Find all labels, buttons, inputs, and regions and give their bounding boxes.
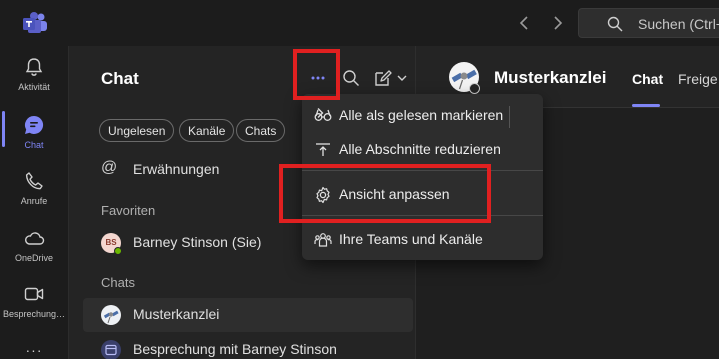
teams-logo-icon bbox=[23, 12, 47, 33]
tab-shared[interactable]: Freige bbox=[678, 71, 718, 87]
rail-more-apps[interactable]: ··· bbox=[0, 342, 68, 358]
menu-label: Alle als gelesen markieren bbox=[339, 107, 504, 123]
new-chat-icon[interactable] bbox=[372, 67, 410, 89]
video-icon bbox=[24, 287, 44, 301]
rail-label-meetings: Besprechung… bbox=[2, 309, 66, 319]
search-icon bbox=[607, 16, 623, 32]
rail-label-chat: Chat bbox=[24, 140, 44, 150]
chat-icon bbox=[24, 115, 44, 134]
filter-unread[interactable]: Ungelesen bbox=[99, 119, 175, 142]
highlight-box-more-button bbox=[293, 49, 340, 100]
rail-label-calls: Anrufe bbox=[20, 196, 48, 206]
collapse-icon bbox=[316, 143, 330, 156]
rail-item-activity[interactable]: Aktivität bbox=[0, 56, 68, 112]
presence-available-icon bbox=[114, 247, 122, 255]
highlight-box-customize-view bbox=[279, 164, 491, 223]
app-rail: Aktivität Chat Anrufe OneDrive Besprechu… bbox=[0, 46, 68, 359]
rail-item-meetings[interactable]: Besprechung… bbox=[0, 283, 68, 339]
rail-item-calls[interactable]: Anrufe bbox=[0, 170, 68, 226]
tab-chat[interactable]: Chat bbox=[632, 71, 663, 87]
menu-item-mark-all-read[interactable]: Alle als gelesen markieren bbox=[302, 97, 543, 133]
at-icon: @ bbox=[101, 159, 118, 176]
top-bar: Suchen (Ctrl+ bbox=[0, 0, 719, 46]
chat-name: Musterkanzlei bbox=[133, 306, 220, 322]
divider bbox=[509, 106, 510, 128]
list-item-selected[interactable]: Musterkanzlei bbox=[83, 298, 413, 332]
menu-label: Alle Abschnitte reduzieren bbox=[339, 141, 501, 157]
back-arrow-icon[interactable] bbox=[515, 13, 535, 33]
rail-item-onedrive[interactable]: OneDrive bbox=[0, 227, 68, 283]
rail-item-chat[interactable]: Chat bbox=[0, 114, 68, 170]
filter-channels[interactable]: Kanäle bbox=[179, 119, 235, 142]
menu-item-collapse-sections[interactable]: Alle Abschnitte reduzieren bbox=[302, 131, 543, 167]
chevron-right-icon[interactable] bbox=[314, 107, 326, 119]
meeting-avatar bbox=[101, 340, 121, 359]
presence-offline-icon bbox=[469, 83, 480, 94]
phone-icon bbox=[25, 172, 43, 190]
chats-header[interactable]: Chats bbox=[101, 275, 135, 290]
tab-active-indicator bbox=[632, 104, 660, 107]
rail-label-onedrive: OneDrive bbox=[14, 253, 53, 263]
favorites-header[interactable]: Favoriten bbox=[101, 203, 155, 218]
forward-arrow-icon[interactable] bbox=[547, 13, 567, 33]
search-placeholder: Suchen (Ctrl+ bbox=[638, 16, 719, 32]
calendar-icon bbox=[105, 344, 117, 356]
page-title: Chat bbox=[101, 69, 139, 88]
search-chat-icon[interactable] bbox=[340, 67, 362, 89]
list-item[interactable]: Besprechung mit Barney Stinson bbox=[83, 333, 413, 359]
filter-chats[interactable]: Chats bbox=[236, 119, 286, 142]
group-avatar bbox=[101, 305, 121, 325]
chat-name: Besprechung mit Barney Stinson bbox=[133, 341, 337, 357]
rail-label-activity: Aktivität bbox=[18, 82, 50, 92]
teams-icon bbox=[314, 233, 332, 247]
chat-name: Barney Stinson (Sie) bbox=[133, 234, 262, 250]
search-input[interactable]: Suchen (Ctrl+ bbox=[578, 8, 719, 38]
menu-item-your-teams[interactable]: Ihre Teams und Kanäle bbox=[302, 221, 543, 257]
bell-icon bbox=[25, 58, 43, 76]
menu-label: Ihre Teams und Kanäle bbox=[339, 231, 483, 247]
mentions-label: Erwähnungen bbox=[133, 161, 220, 177]
conversation-title: Musterkanzlei bbox=[494, 68, 607, 87]
satellite-icon bbox=[103, 310, 119, 324]
cloud-icon bbox=[25, 232, 45, 245]
